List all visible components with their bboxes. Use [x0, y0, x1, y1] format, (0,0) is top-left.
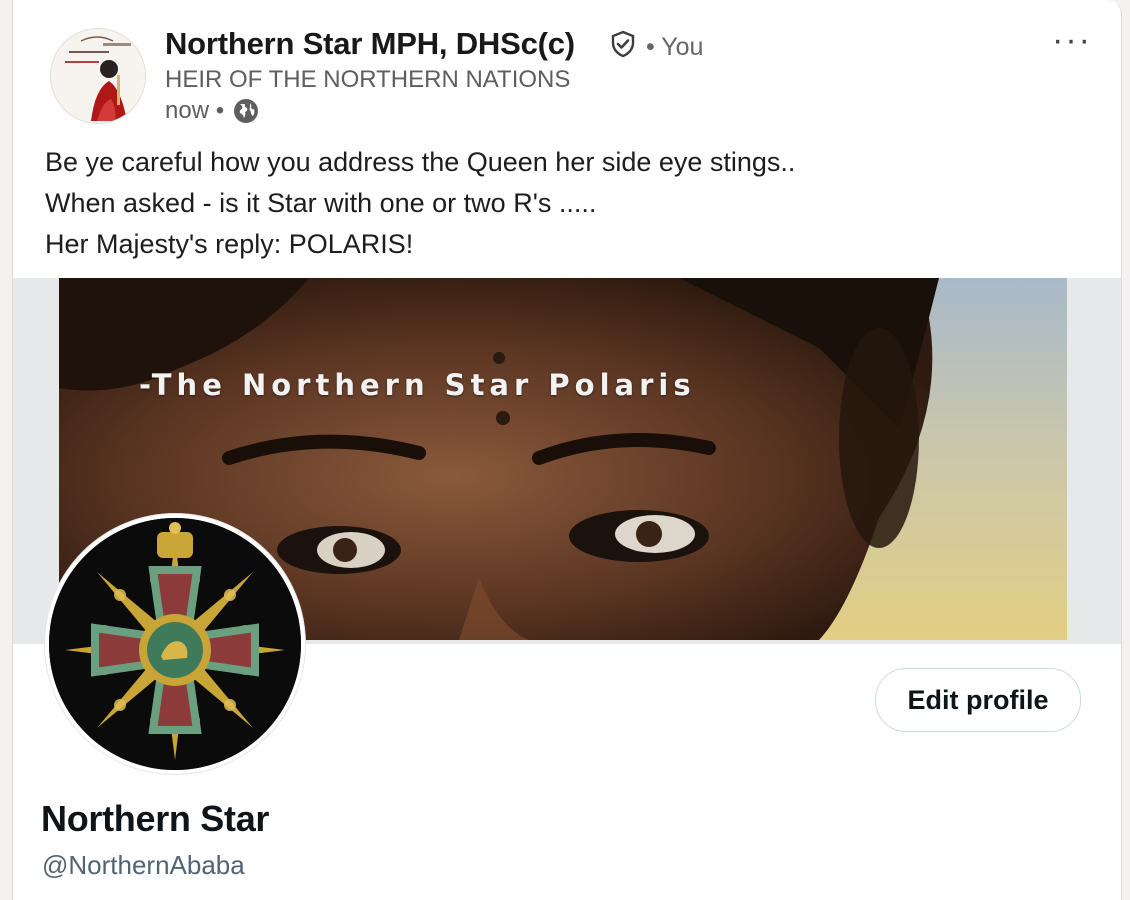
post-meta: now •	[165, 97, 260, 125]
profile-avatar[interactable]	[45, 514, 305, 774]
author-headline: HEIR OF THE NORTHERN NATIONS	[165, 66, 571, 93]
author-name[interactable]: Northern Star MPH, DHSc(c)	[165, 26, 575, 62]
post-image[interactable]: -The Northern Star Polaris Edit profile …	[13, 278, 1121, 900]
you-label: • You	[646, 33, 704, 61]
author-avatar-illustration	[51, 29, 145, 123]
post-text-line: Her Majesty's reply: POLARIS!	[45, 229, 414, 259]
post-timestamp: now •	[165, 97, 225, 124]
post-text-line: When asked - is it Star with one or two …	[45, 188, 597, 218]
profile-handle: @NorthernAbaba	[42, 850, 245, 880]
post-text-line: Be ye careful how you address the Queen …	[45, 147, 796, 177]
banner-caption: -The Northern Star Polaris	[139, 368, 696, 402]
author-avatar[interactable]	[50, 28, 146, 124]
post-card: Northern Star MPH, DHSc(c) • You HEIR OF…	[12, 0, 1122, 900]
post-text: Be ye careful how you address the Queen …	[45, 142, 1095, 265]
shield-check-icon	[611, 30, 635, 58]
globe-icon[interactable]	[232, 97, 260, 125]
profile-display-name: Northern Star	[41, 798, 270, 839]
edit-profile-button[interactable]: Edit profile	[875, 668, 1081, 732]
more-options-button[interactable]: ···	[1047, 21, 1097, 59]
medal-emblem	[49, 518, 301, 770]
